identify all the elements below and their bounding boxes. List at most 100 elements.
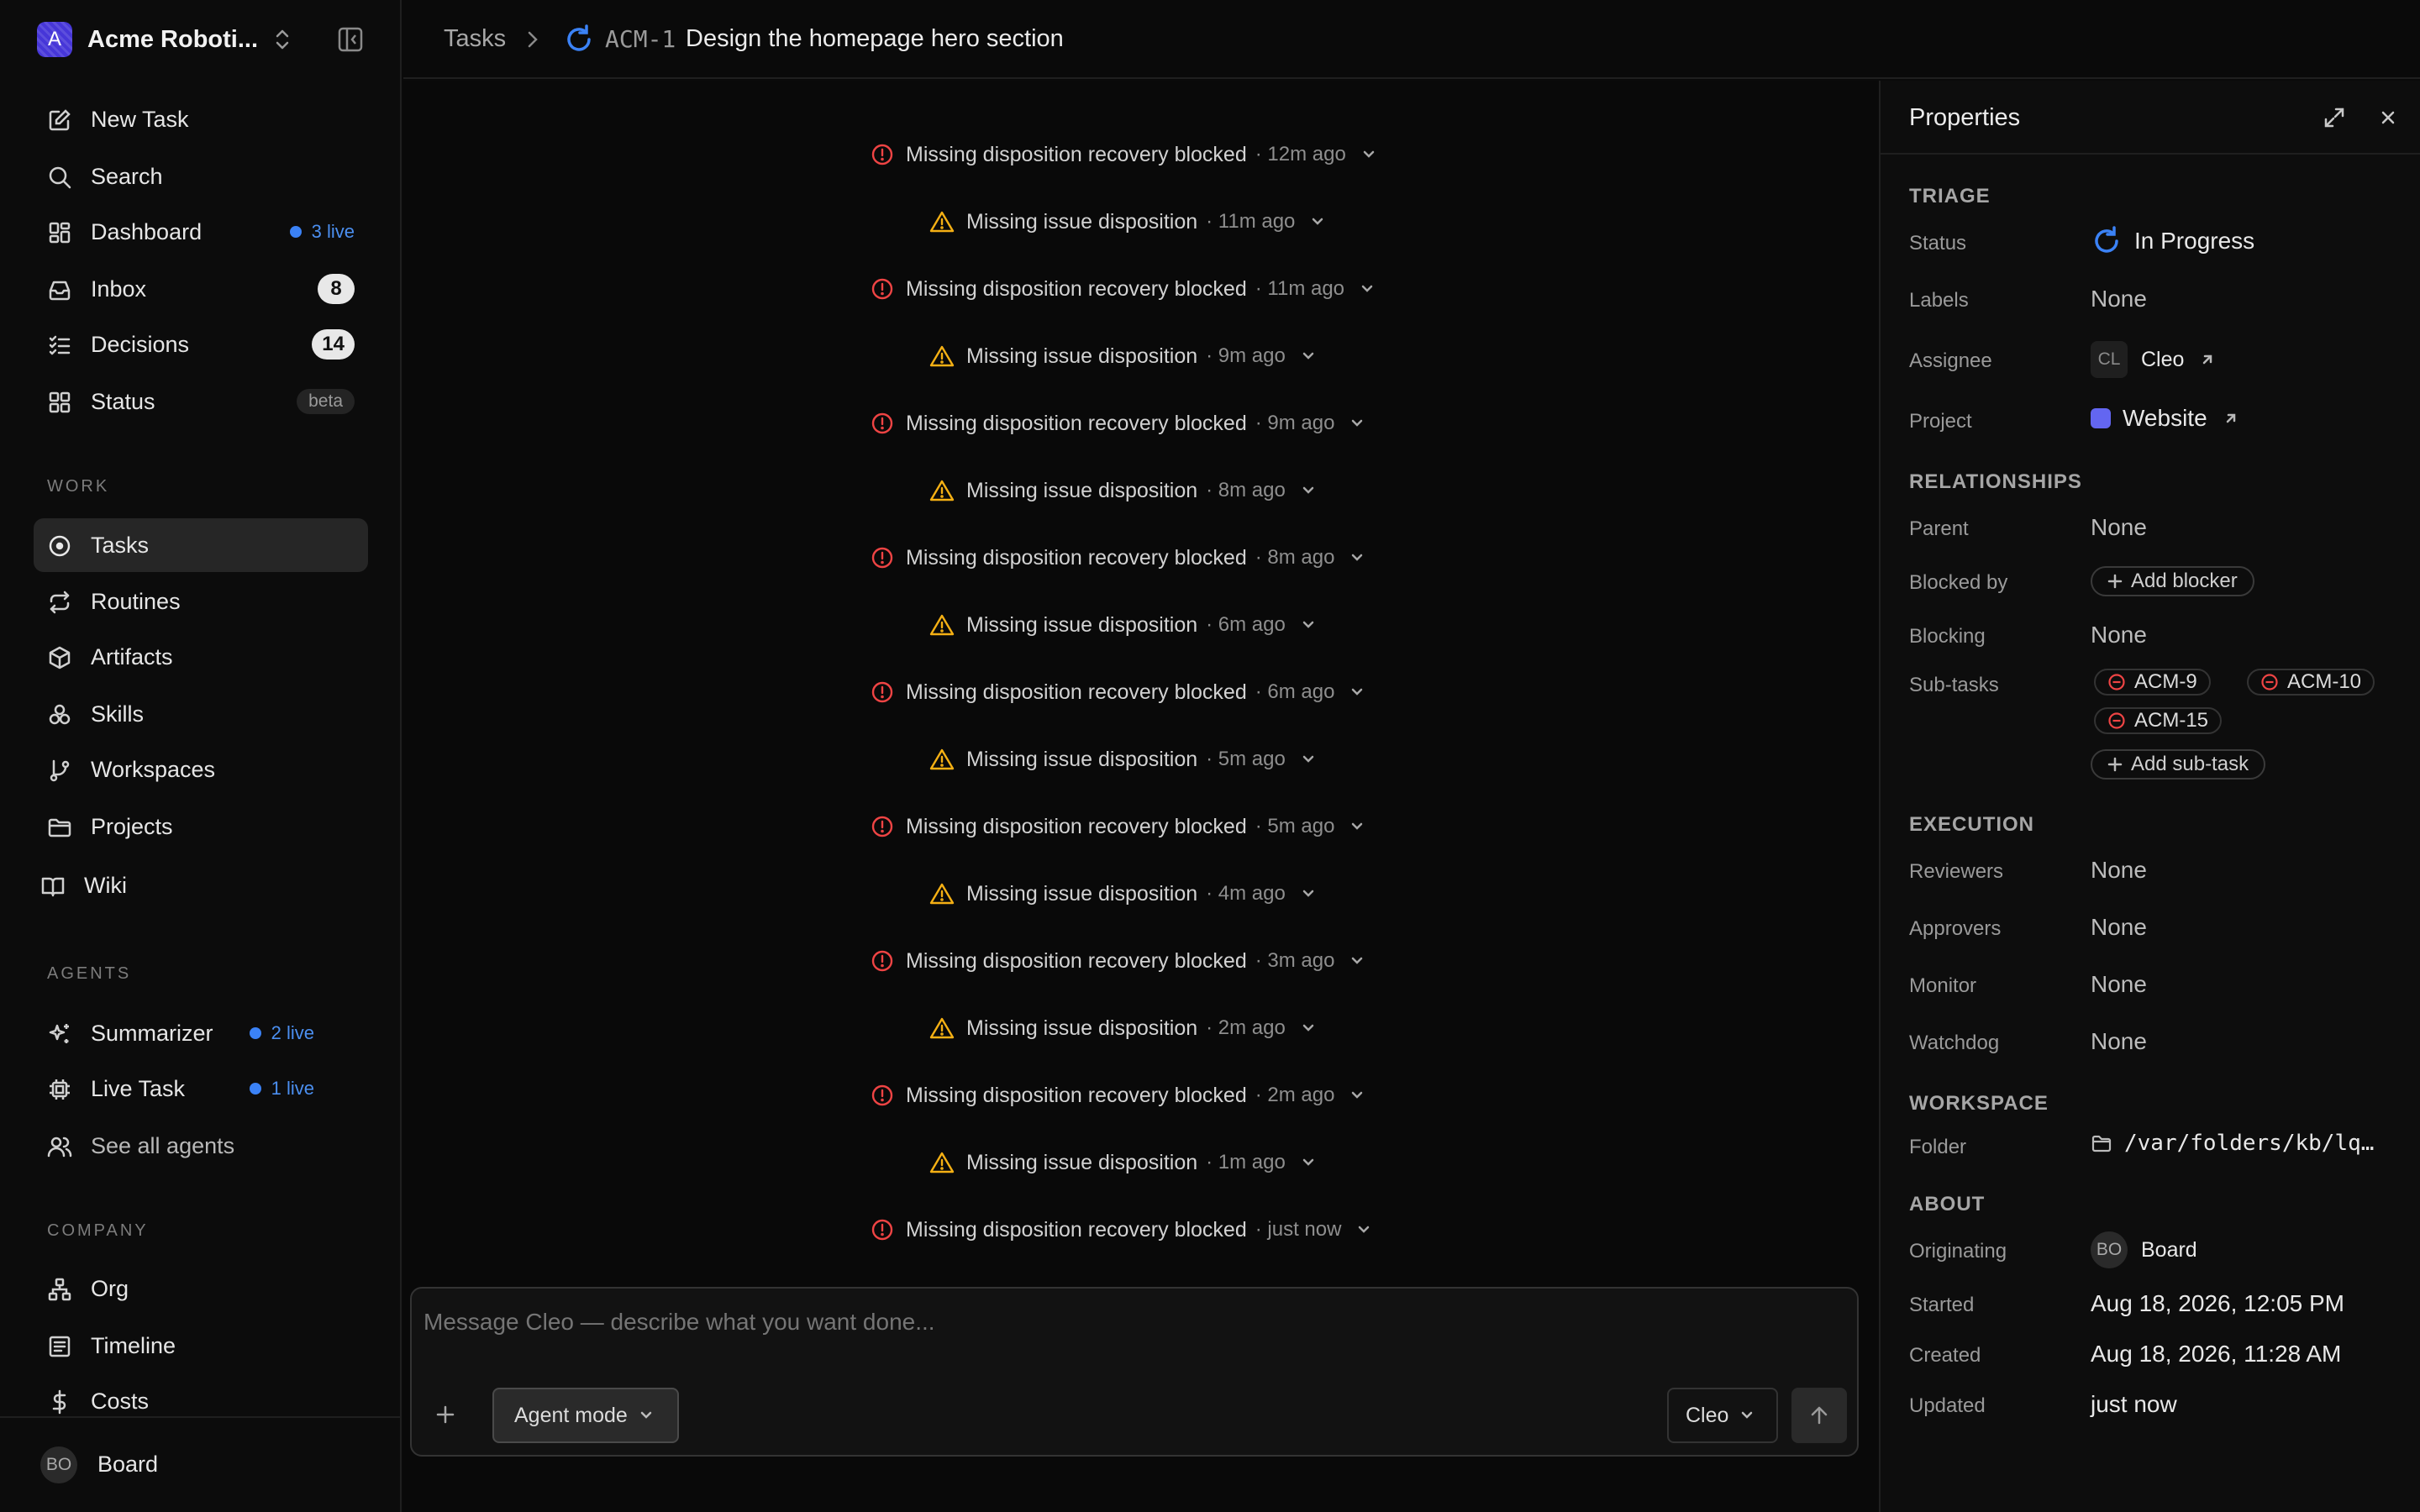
activity-event-row[interactable]: Missing issue disposition · 2m ago <box>929 1011 1318 1045</box>
live-indicator: 3 live <box>289 221 355 243</box>
agent-select[interactable]: Cleo <box>1667 1388 1778 1443</box>
chevron-down-icon[interactable] <box>1348 414 1366 433</box>
message-input[interactable] <box>424 1297 1844 1347</box>
cpu-icon <box>47 1077 72 1102</box>
activity-event-row[interactable]: Missing disposition recovery blocked · 2m… <box>871 1079 1366 1112</box>
nav-label: Timeline <box>91 1332 176 1358</box>
chevron-down-icon[interactable] <box>1299 1019 1318 1037</box>
chevron-down-icon[interactable] <box>1299 347 1318 365</box>
chevron-down-icon[interactable] <box>1348 1086 1366 1105</box>
add-blocker-button[interactable]: Add blocker <box>2091 566 2254 596</box>
activity-event-row[interactable]: Missing issue disposition · 11m ago <box>929 205 1327 239</box>
expand-icon[interactable] <box>2323 106 2346 129</box>
watchdog-value[interactable]: None <box>2091 1028 2147 1055</box>
activity-event-row[interactable]: Missing issue disposition · 1m ago <box>929 1146 1318 1179</box>
activity-event-row[interactable]: Missing issue disposition · 4m ago <box>929 877 1318 911</box>
activity-event-row[interactable]: Missing issue disposition · 8m ago <box>929 474 1318 507</box>
send-button[interactable] <box>1791 1388 1847 1443</box>
nav-org[interactable]: Org <box>34 1262 368 1315</box>
nav-skills[interactable]: Skills <box>34 687 368 741</box>
activity-event-row[interactable]: Missing disposition recovery blocked · 9m… <box>871 407 1366 440</box>
watchdog-label: Watchdog <box>1909 1032 2000 1054</box>
approvers-value[interactable]: None <box>2091 914 2147 941</box>
section-work: WORK <box>47 477 110 496</box>
parent-value[interactable]: None <box>2091 514 2147 541</box>
assignee-value[interactable]: CL Cleo <box>2091 341 2216 378</box>
event-text: Missing disposition recovery blocked <box>906 1083 1247 1107</box>
nav-routines[interactable]: Routines <box>34 575 368 628</box>
close-icon[interactable] <box>2376 106 2400 129</box>
activity-event-row[interactable]: Missing issue disposition · 9m ago <box>929 339 1318 373</box>
chevron-down-icon[interactable] <box>1348 952 1366 970</box>
chevron-down-icon[interactable] <box>1348 549 1366 567</box>
event-text: Missing disposition recovery blocked <box>906 948 1247 973</box>
chevron-down-icon[interactable] <box>1299 616 1318 634</box>
collapse-sidebar-icon[interactable] <box>336 25 365 54</box>
event-time: · 9m ago <box>1255 412 1335 434</box>
event-time: · 3m ago <box>1255 949 1335 972</box>
nav-decisions[interactable]: Decisions 14 <box>34 318 368 371</box>
nav-label: Summarizer <box>91 1020 213 1046</box>
chevron-down-icon[interactable] <box>1358 280 1376 298</box>
activity-event-row[interactable]: Missing disposition recovery blocked · 6m… <box>871 675 1366 709</box>
nav-timeline[interactable]: Timeline <box>34 1319 368 1373</box>
error-circle-icon <box>871 143 894 166</box>
folder-value[interactable]: /var/folders/kb/lq… <box>2091 1131 2374 1156</box>
status-value[interactable]: In Progress <box>2091 225 2254 257</box>
chevron-down-icon[interactable] <box>1299 481 1318 500</box>
nav-status[interactable]: Status beta <box>34 375 368 428</box>
warning-triangle-icon <box>929 344 955 368</box>
nav-workspaces[interactable]: Workspaces <box>34 743 368 796</box>
subtask-chip[interactable]: ACM-9 <box>2094 669 2211 696</box>
activity-event-row[interactable]: Missing disposition recovery blocked · 12… <box>871 138 1378 171</box>
chevron-down-icon[interactable] <box>1348 683 1366 701</box>
nav-see-all-agents[interactable]: See all agents <box>34 1119 368 1173</box>
nav-wiki[interactable]: Wiki <box>27 858 361 912</box>
workspace-switcher[interactable]: A Acme Roboti... <box>37 22 289 57</box>
chevron-down-icon[interactable] <box>1299 1153 1318 1172</box>
labels-value[interactable]: None <box>2091 286 2147 312</box>
nav-inbox[interactable]: Inbox 8 <box>34 262 368 316</box>
chevron-down-icon[interactable] <box>1360 145 1378 164</box>
originating-name: Board <box>2141 1237 2197 1262</box>
nav-artifacts[interactable]: Artifacts <box>34 630 368 684</box>
activity-event-row[interactable]: Missing disposition recovery blocked · 8m… <box>871 541 1366 575</box>
chevron-down-icon[interactable] <box>1308 213 1327 231</box>
nav-label: Artifacts <box>91 643 173 669</box>
add-attachment-icon[interactable] <box>434 1403 457 1426</box>
external-link-icon[interactable] <box>2223 410 2239 427</box>
add-subtask-button[interactable]: Add sub-task <box>2091 749 2266 780</box>
nav-tasks[interactable]: Tasks <box>34 518 368 572</box>
external-link-icon[interactable] <box>2199 351 2216 368</box>
chevron-down-icon[interactable] <box>1355 1221 1373 1239</box>
breadcrumb-tasks[interactable]: Tasks <box>444 25 506 53</box>
event-text: Missing issue disposition <box>966 209 1198 234</box>
chevron-down-icon[interactable] <box>1299 750 1318 769</box>
user-menu[interactable]: BO Board <box>0 1416 402 1512</box>
subtask-chip[interactable]: ACM-15 <box>2094 707 2223 734</box>
chevron-down-icon[interactable] <box>1348 817 1366 836</box>
folder-icon <box>47 815 72 840</box>
activity-event-row[interactable]: Missing disposition recovery blocked · 5m… <box>871 810 1366 843</box>
breadcrumb-task-title: Design the homepage hero section <box>686 25 1064 52</box>
nav-label: Org <box>91 1275 129 1301</box>
nav-summarizer[interactable]: Summarizer 2 live <box>34 1006 368 1060</box>
activity-event-row[interactable]: Missing issue disposition · 5m ago <box>929 743 1318 776</box>
monitor-value[interactable]: None <box>2091 971 2147 998</box>
chevron-down-icon[interactable] <box>1299 885 1318 903</box>
reviewers-value[interactable]: None <box>2091 857 2147 884</box>
nav-dashboard[interactable]: Dashboard 3 live <box>34 205 368 259</box>
subtask-chip[interactable]: ACM-10 <box>2247 669 2375 696</box>
activity-event-row[interactable]: Missing disposition recovery blocked · 11… <box>871 272 1376 306</box>
nav-search[interactable]: Search <box>34 150 368 203</box>
nav-live-task[interactable]: Live Task 1 live <box>34 1062 368 1116</box>
nav-projects[interactable]: Projects <box>34 800 368 853</box>
project-name: Website <box>2123 405 2207 431</box>
nav-new-task[interactable]: New Task <box>34 92 368 146</box>
activity-event-row[interactable]: Missing disposition recovery blocked · ju… <box>871 1213 1373 1247</box>
activity-event-row[interactable]: Missing issue disposition · 6m ago <box>929 608 1318 642</box>
activity-event-row[interactable]: Missing disposition recovery blocked · 3m… <box>871 944 1366 978</box>
blocking-value[interactable]: None <box>2091 622 2147 648</box>
project-value[interactable]: Website <box>2091 405 2239 432</box>
agent-mode-select[interactable]: Agent mode <box>492 1388 679 1443</box>
